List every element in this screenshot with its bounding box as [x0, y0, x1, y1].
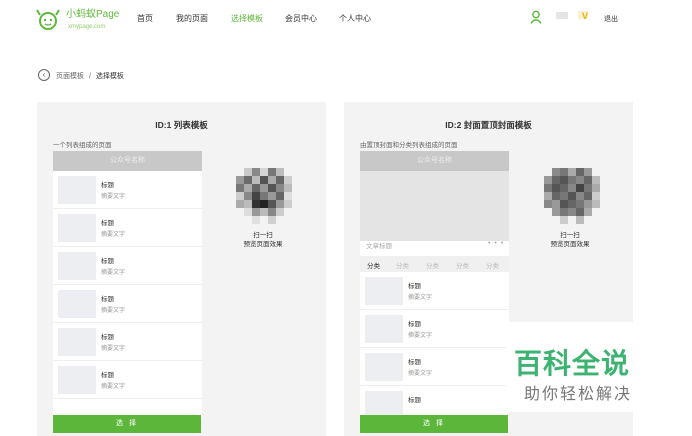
- breadcrumb-parent[interactable]: 页面模板: [56, 73, 84, 80]
- ant-logo-icon[interactable]: [36, 8, 60, 30]
- template-card-list: ID:1 列表模板 一个列表组成的页面 公众号名称 标题 摘要文字 标题 摘要文字 …: [37, 102, 326, 436]
- phone-header: 公众号名称: [360, 151, 509, 171]
- nav-select-template[interactable]: 选择模板: [231, 13, 263, 24]
- list-item: 标题 摘要文字: [53, 285, 202, 323]
- breadcrumb-separator: /: [88, 73, 91, 80]
- list-item: 标题 摘要文字: [53, 171, 202, 209]
- thumbnail: [365, 353, 403, 381]
- list-item: 标题 摘要文字: [53, 323, 202, 361]
- item-summary: 摘要文字: [408, 295, 433, 301]
- breadcrumb: 页面模板 / 选择模板: [56, 71, 124, 81]
- user-icon[interactable]: [530, 10, 542, 24]
- thumbnail: [58, 290, 96, 318]
- select-button[interactable]: 选 择: [53, 415, 201, 433]
- logo-subtext: xmypage.com: [68, 24, 106, 30]
- category-tab[interactable]: 分类: [367, 260, 380, 270]
- breadcrumb-current: 选择模板: [95, 73, 124, 80]
- category-tabs: 分类 分类 分类 分类 分类: [360, 256, 509, 272]
- thumbnail: [365, 315, 403, 343]
- nav-my-pages[interactable]: 我的页面: [176, 13, 208, 24]
- list-item: 标题 摘要文字: [53, 361, 202, 399]
- item-title: 标题: [101, 372, 114, 379]
- cover-title: 文章标题: [366, 243, 392, 250]
- back-chevron-icon[interactable]: ‹: [38, 69, 50, 81]
- item-summary: 摘要文字: [101, 232, 126, 238]
- thumbnail: [58, 366, 96, 394]
- phone-header: 公众号名称: [53, 151, 202, 171]
- nav-personal-center[interactable]: 个人中心: [339, 13, 371, 24]
- item-title: 标题: [408, 321, 421, 328]
- item-title: 标题: [408, 283, 421, 290]
- category-tab[interactable]: 分类: [396, 260, 409, 270]
- list-item: 标题 摘要文字: [53, 209, 202, 247]
- qr-code-icon: [544, 168, 602, 226]
- item-summary: 摘要文字: [101, 270, 126, 276]
- carousel-dots-icon: • • •: [488, 240, 505, 247]
- thumbnail: [58, 252, 96, 280]
- qr-caption-line2: 预览页面效果: [243, 241, 283, 248]
- item-summary: 摘要文字: [101, 384, 126, 390]
- list-item: 标题 摘要文字: [360, 310, 509, 348]
- list-item: 标题 摘要文字: [360, 348, 509, 386]
- item-summary: 摘要文字: [101, 308, 126, 314]
- thumbnail: [58, 328, 96, 356]
- vip-badge[interactable]: V: [582, 11, 596, 23]
- phone-preview: 公众号名称 文章标题 • • • 分类 分类 分类 分类 分类 标题 摘要文字 标…: [360, 151, 509, 421]
- avatar-placeholder[interactable]: [556, 12, 568, 19]
- cover-image: [360, 171, 509, 241]
- list-item: 标题 摘要文字: [53, 247, 202, 285]
- qr-code-icon: [236, 168, 294, 226]
- card-title: ID:1 列表模板: [155, 120, 208, 130]
- thumbnail: [365, 277, 403, 305]
- qr-caption: 扫一扫 预览页面效果: [535, 231, 605, 249]
- thumbnail: [58, 214, 96, 242]
- select-button[interactable]: 选 择: [360, 415, 508, 433]
- item-summary: 摘要文字: [408, 333, 433, 339]
- nav-home[interactable]: 首页: [137, 13, 153, 24]
- watermark-title: 百科全说: [514, 348, 631, 379]
- qr-caption-line2: 预览页面效果: [550, 241, 590, 248]
- item-title: 标题: [408, 397, 421, 404]
- qr-caption: 扫一扫 预览页面效果: [228, 231, 298, 249]
- logo-text[interactable]: 小蚂蚁Page: [66, 10, 119, 20]
- card-description: 一个列表组成的页面: [53, 142, 112, 149]
- item-title: 标题: [408, 359, 421, 366]
- thumbnail: [58, 176, 96, 204]
- category-tab[interactable]: 分类: [486, 260, 499, 270]
- nav-member-center[interactable]: 会员中心: [285, 13, 317, 24]
- phone-preview: 公众号名称 标题 摘要文字 标题 摘要文字 标题 摘要文字 标题 摘要文字 标题 摘要文字…: [53, 151, 202, 421]
- item-title: 标题: [101, 182, 114, 189]
- qr-caption-line1: 扫一扫: [253, 232, 273, 239]
- item-title: 标题: [101, 334, 114, 341]
- category-tab[interactable]: 分类: [426, 260, 439, 270]
- qr-caption-line1: 扫一扫: [560, 232, 580, 239]
- watermark-subtitle: 助你轻松解决: [524, 386, 633, 403]
- item-summary: 摘要文字: [101, 346, 126, 352]
- item-title: 标题: [101, 296, 114, 303]
- item-summary: 摘要文字: [408, 371, 433, 377]
- list-item: 标题 摘要文字: [360, 272, 509, 310]
- item-title: 标题: [101, 258, 114, 265]
- card-description: 由置顶封面和分类列表组成的页面: [360, 142, 458, 149]
- logout-link[interactable]: 退出: [604, 14, 618, 24]
- category-tab[interactable]: 分类: [456, 260, 469, 270]
- card-title: ID:2 封面置顶封面模板: [445, 120, 532, 130]
- top-header: 小蚂蚁Page xmypage.com 首页 我的页面 选择模板 会员中心 个人…: [0, 0, 692, 38]
- item-summary: 摘要文字: [101, 194, 126, 200]
- item-title: 标题: [101, 220, 114, 227]
